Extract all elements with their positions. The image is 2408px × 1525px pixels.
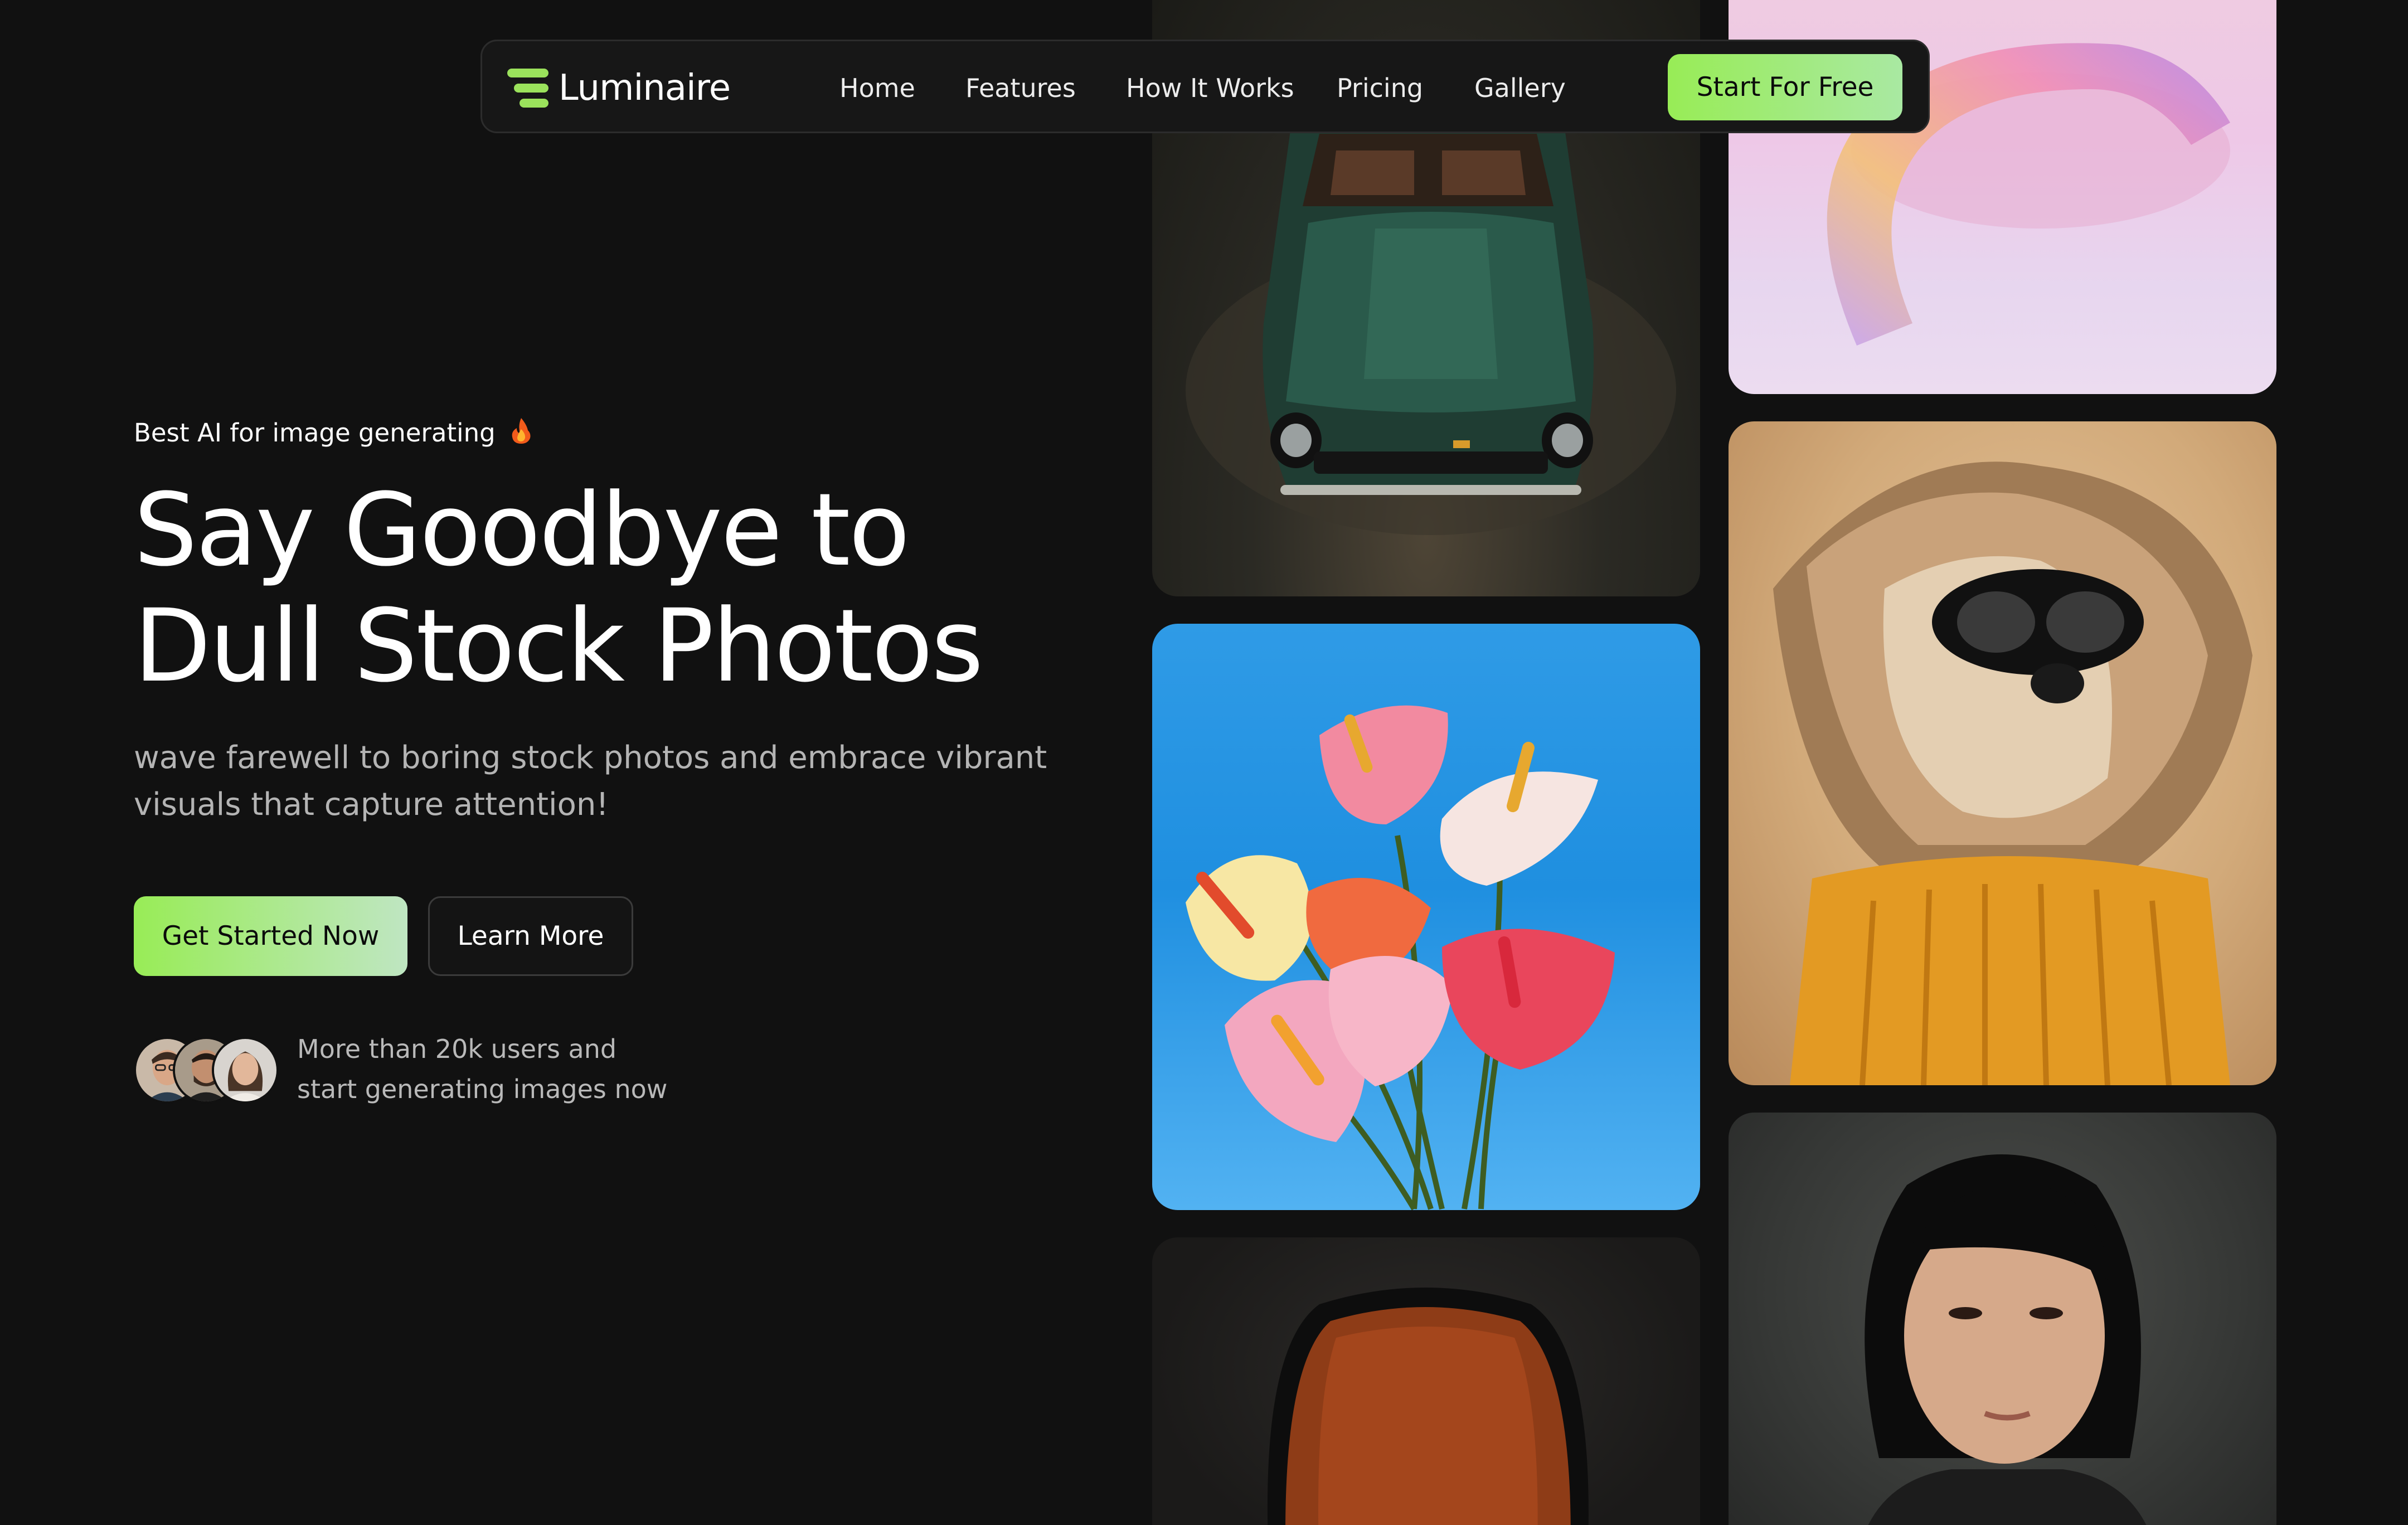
hero-title: Say Goodbye to Dull Stock Photos	[134, 473, 1126, 705]
social-proof-line-2: start generating images now	[297, 1074, 668, 1104]
flowers-illustration	[1186, 705, 1615, 1210]
nav-link-features[interactable]: Features	[965, 70, 1076, 106]
get-started-button[interactable]: Get Started Now	[134, 896, 407, 976]
nav-link-pricing[interactable]: Pricing	[1337, 70, 1423, 106]
top-navbar: Luminaire Home Features How It Works Pri…	[480, 40, 1930, 133]
gallery-image-portrait[interactable]	[1729, 1113, 2276, 1525]
logo-icon	[507, 69, 548, 108]
learn-more-button[interactable]: Learn More	[428, 896, 633, 976]
image-gallery	[1152, 0, 2276, 1525]
hero-eyebrow: Best AI for image generating	[134, 417, 532, 451]
social-proof-line-1: More than 20k users and	[297, 1034, 617, 1064]
brand-name: Luminaire	[559, 67, 731, 109]
avatar	[212, 1037, 279, 1104]
dog-illustration	[1773, 462, 2252, 1085]
nav-link-how-it-works[interactable]: How It Works	[1126, 70, 1294, 106]
social-proof-text: More than 20k users and start generating…	[297, 1029, 743, 1109]
eyebrow-text: Best AI for image generating	[134, 418, 496, 448]
user-avatars	[134, 1037, 279, 1105]
gallery-image-dog[interactable]	[1729, 421, 2276, 1085]
fire-icon	[510, 417, 532, 451]
hero-title-line-1: Say Goodbye to	[134, 472, 910, 589]
hero-subtitle: wave farewell to boring stock photos and…	[134, 740, 1047, 823]
gallery-image-flowers[interactable]	[1152, 624, 1700, 1210]
gallery-image-chair[interactable]	[1152, 1237, 1700, 1525]
start-for-free-button[interactable]: Start For Free	[1668, 54, 1902, 120]
chair-illustration	[1267, 1288, 1589, 1525]
landing-page: Luminaire Home Features How It Works Pri…	[0, 0, 2408, 1525]
hero-title-line-2: Dull Stock Photos	[134, 588, 984, 705]
brand-logo[interactable]: Luminaire	[507, 67, 731, 109]
nav-link-gallery[interactable]: Gallery	[1474, 70, 1566, 106]
nav-link-home[interactable]: Home	[839, 70, 915, 106]
portrait-illustration	[1865, 1154, 2147, 1525]
